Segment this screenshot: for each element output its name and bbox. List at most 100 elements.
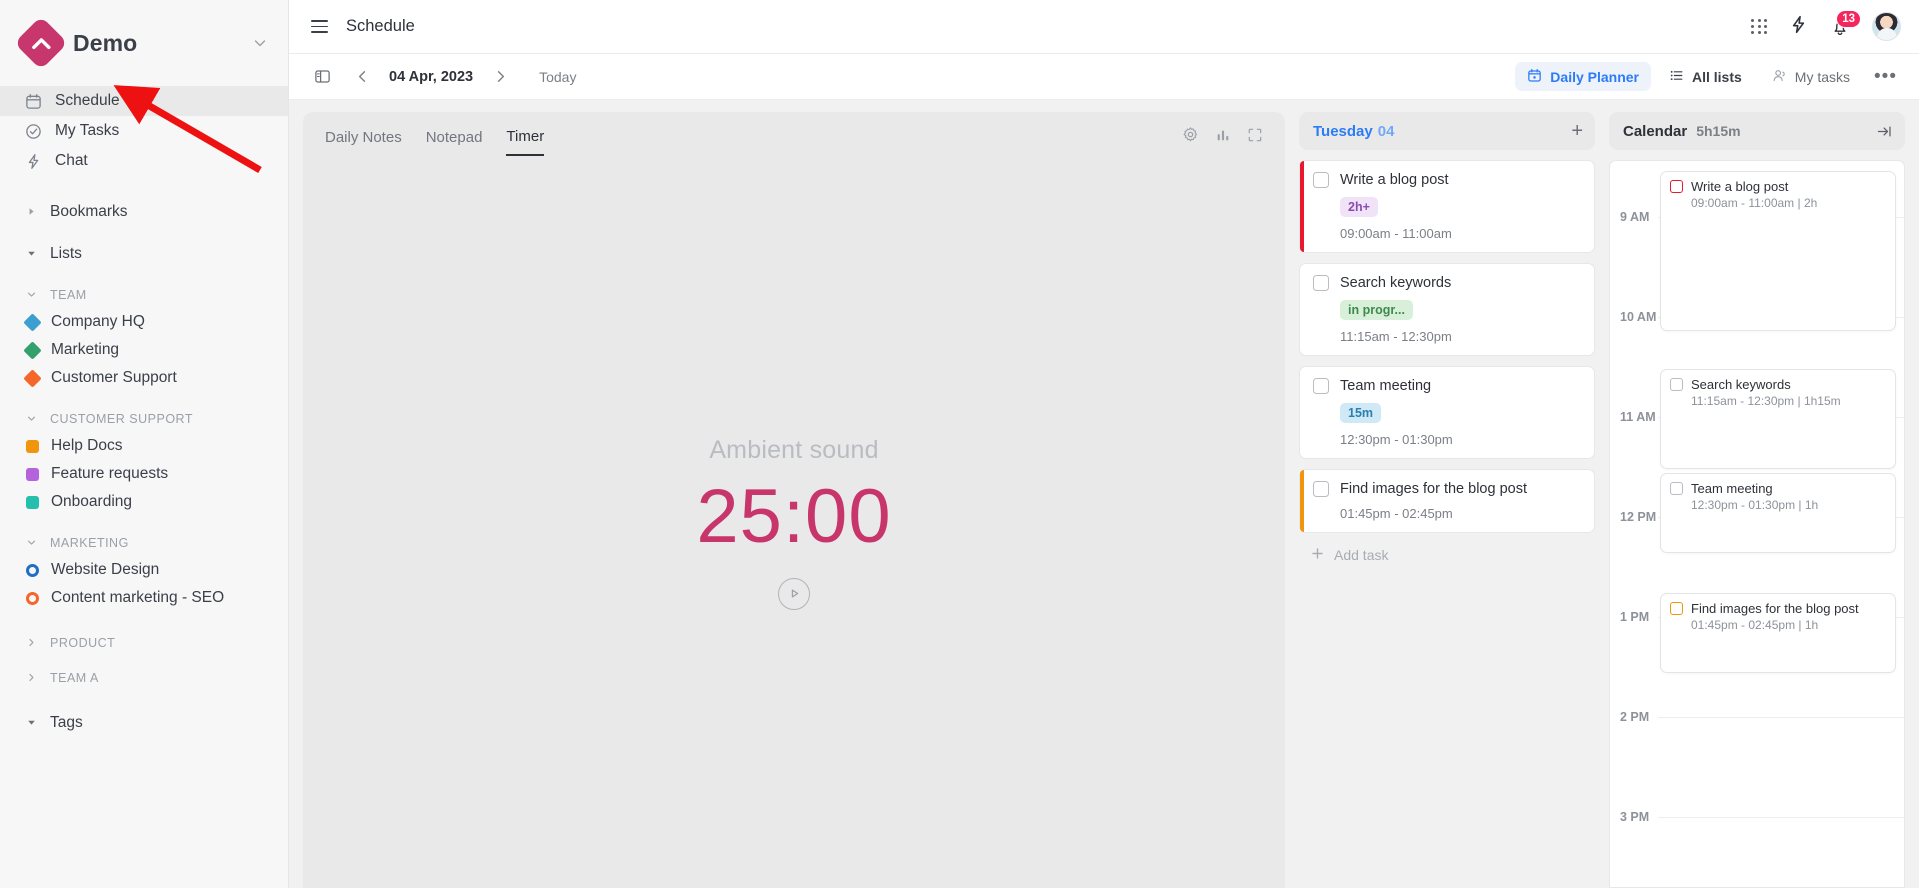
collapse-right-icon[interactable] [1876, 123, 1893, 140]
widget-tab-notepad[interactable]: Notepad [426, 129, 483, 155]
sidebar-group-bookmarks[interactable]: Bookmarks [0, 197, 288, 226]
task-title: Search keywords [1340, 275, 1452, 291]
group-label: Lists [50, 244, 82, 262]
hour-label: 12 PM [1620, 510, 1657, 524]
more-options-button[interactable]: ••• [1868, 67, 1903, 86]
list-label: Marketing [51, 341, 120, 358]
sidebar-item-chat[interactable]: Chat [0, 146, 288, 176]
top-bar: Schedule 13 [289, 0, 1919, 54]
demo-logo-icon [14, 16, 68, 70]
sidebar-list-help-docs[interactable]: Help Docs [0, 432, 288, 460]
fullscreen-icon[interactable] [1247, 127, 1263, 148]
view-tab-label: Daily Planner [1550, 68, 1639, 85]
prev-day-button[interactable] [349, 64, 375, 90]
sidebar-group-tags[interactable]: Tags [0, 708, 288, 737]
sidebar-list-content-marketing-seo[interactable]: Content marketing - SEO [0, 584, 288, 612]
chevron-down-icon [24, 718, 39, 727]
calendar-event[interactable]: Find images for the blog post 01:45pm - … [1660, 593, 1896, 673]
view-tab-all-lists[interactable]: All lists [1657, 62, 1754, 91]
sidebar-item-my-tasks[interactable]: My Tasks [0, 116, 288, 146]
today-button[interactable]: Today [539, 69, 576, 85]
add-task-button[interactable]: Add task [1299, 533, 1595, 563]
task-checkbox[interactable] [1313, 172, 1329, 188]
sidebar-group-lists[interactable]: Lists [0, 239, 288, 268]
list-label: Website Design [51, 561, 160, 578]
list-label: Content marketing - SEO [51, 589, 225, 606]
view-tab-daily-planner[interactable]: Daily Planner [1515, 62, 1651, 91]
calendar-icon [1527, 68, 1542, 86]
task-row[interactable]: Write a blog post 2h+ 09:00am - 11:00am [1299, 160, 1595, 253]
calendar-event[interactable]: Write a blog post 09:00am - 11:00am | 2h [1660, 171, 1896, 331]
task-checkbox[interactable] [1313, 481, 1329, 497]
page-title: Schedule [346, 17, 415, 35]
avatar[interactable] [1872, 12, 1901, 41]
task-time: 12:30pm - 01:30pm [1340, 432, 1453, 447]
calendar-event[interactable]: Search keywords 11:15am - 12:30pm | 1h15… [1660, 369, 1896, 469]
section-label: PRODUCT [50, 635, 116, 650]
sidebar-list-feature-requests[interactable]: Feature requests [0, 460, 288, 488]
tasks-panel-header: Tuesday 04 + [1299, 112, 1595, 150]
hamburger-icon[interactable] [311, 20, 328, 33]
chevron-right-icon [24, 672, 39, 683]
sidebar-list-onboarding[interactable]: Onboarding [0, 488, 288, 516]
event-checkbox[interactable] [1670, 602, 1683, 615]
list-color-swatch-icon [26, 563, 39, 577]
workspace-brand[interactable]: Demo [0, 0, 288, 86]
sub-bar: 04 Apr, 2023 Today Daily Planner All lis… [289, 54, 1919, 100]
task-checkbox[interactable] [1313, 378, 1329, 394]
sidebar-section-marketing[interactable]: MARKETING [0, 529, 288, 556]
event-checkbox[interactable] [1670, 180, 1683, 193]
gear-icon[interactable] [1182, 126, 1199, 148]
next-day-button[interactable] [487, 64, 513, 90]
sidebar-section-team[interactable]: TEAM [0, 281, 288, 308]
list-color-swatch-icon [23, 340, 42, 360]
view-tab-label: All lists [1692, 68, 1742, 85]
list-label: Company HQ [51, 313, 145, 330]
sidebar-section-customer-support[interactable]: CUSTOMER SUPPORT [0, 405, 288, 432]
bell-icon[interactable]: 13 [1830, 9, 1861, 37]
sidebar-section-team-a[interactable]: TEAM A [0, 664, 288, 691]
task-priority-stripe [1300, 161, 1304, 252]
view-tab-label: My tasks [1794, 68, 1851, 85]
chevron-down-icon [24, 537, 39, 548]
task-tag[interactable]: 2h+ [1340, 197, 1378, 217]
apps-grid-icon[interactable] [1751, 18, 1767, 35]
calendar-panel: Calendar 5h15m 9 AM 10 AM 11 AM 12 PM 1 … [1609, 112, 1905, 888]
plus-icon[interactable]: + [1571, 121, 1583, 141]
view-tab-my-tasks[interactable]: My tasks [1760, 62, 1862, 91]
hour-gridline [1658, 817, 1904, 818]
event-checkbox[interactable] [1670, 378, 1683, 391]
task-checkbox[interactable] [1313, 275, 1329, 291]
sidebar-item-schedule[interactable]: Schedule [0, 86, 288, 116]
current-date[interactable]: 04 Apr, 2023 [389, 69, 473, 85]
task-row[interactable]: Team meeting 15m 12:30pm - 01:30pm [1299, 366, 1595, 459]
widget-tab-daily-notes[interactable]: Daily Notes [325, 129, 402, 155]
tasks-panel: Tuesday 04 + Write a blog post 2h+ 09:00… [1299, 112, 1595, 888]
calendar-grid[interactable]: 9 AM 10 AM 11 AM 12 PM 1 PM 2 PM 3 PM Wr… [1609, 160, 1905, 888]
sidebar-list-company-hq[interactable]: Company HQ [0, 308, 288, 336]
timer-display: 25:00 [696, 473, 892, 559]
chevron-right-icon [24, 207, 39, 216]
task-time: 11:15am - 12:30pm [1340, 329, 1452, 344]
task-row[interactable]: Find images for the blog post 01:45pm - … [1299, 469, 1595, 533]
task-time: 09:00am - 11:00am [1340, 226, 1452, 241]
task-tag[interactable]: 15m [1340, 403, 1382, 423]
side-panel-icon[interactable] [309, 64, 335, 90]
play-icon[interactable] [778, 577, 810, 610]
top-bar-actions: 13 [1751, 9, 1901, 41]
lightning-icon[interactable] [1789, 15, 1808, 39]
ambient-sound-label[interactable]: Ambient sound [709, 436, 878, 465]
sidebar-list-website-design[interactable]: Website Design [0, 556, 288, 584]
widget-tab-timer[interactable]: Timer [506, 128, 545, 156]
calendar-event[interactable]: Team meeting 12:30pm - 01:30pm | 1h [1660, 473, 1896, 553]
sidebar-list-customer-support[interactable]: Customer Support [0, 364, 288, 392]
task-row[interactable]: Search keywords in progr... 11:15am - 12… [1299, 263, 1595, 356]
sidebar-section-product[interactable]: PRODUCT [0, 629, 288, 656]
sidebar-item-label: Chat [55, 152, 88, 169]
chevron-down-icon[interactable] [252, 35, 268, 51]
event-checkbox[interactable] [1670, 482, 1683, 495]
bar-chart-icon[interactable] [1215, 127, 1231, 148]
hour-label: 10 AM [1620, 310, 1657, 324]
sidebar-list-marketing[interactable]: Marketing [0, 336, 288, 364]
task-tag[interactable]: in progr... [1340, 300, 1413, 320]
